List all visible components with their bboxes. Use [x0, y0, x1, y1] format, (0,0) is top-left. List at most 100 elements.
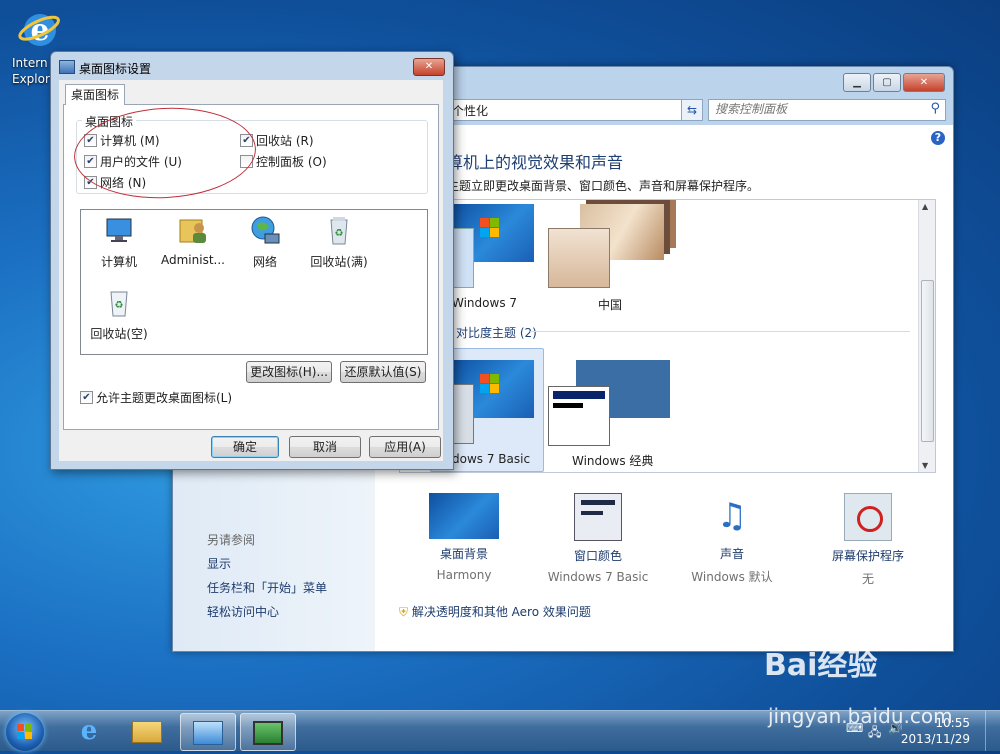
search-box[interactable]: ⚲	[708, 99, 946, 121]
window-color-label[interactable]: 窗口颜色	[533, 547, 663, 564]
checkbox-computer-label: 计算机 (M)	[100, 134, 160, 148]
aero-troubleshoot-link[interactable]: ⛨ 解决透明度和其他 Aero 效果问题	[399, 603, 591, 620]
folder-icon	[132, 721, 162, 743]
icon-list: 计算机 Administ... 网络 ♻ 回收站(满) ♻ 回收站(空)	[80, 209, 428, 355]
svg-text:♻: ♻	[335, 228, 344, 239]
search-input[interactable]	[709, 100, 926, 118]
sounds-label[interactable]: 声音	[667, 545, 797, 562]
icon-item-computer[interactable]: 计算机	[81, 214, 157, 270]
internet-explorer-icon: e	[80, 716, 98, 746]
internet-explorer-icon: e	[18, 13, 60, 48]
search-icon[interactable]: ⚲	[930, 101, 940, 116]
desktop-background-item[interactable]: 桌面背景 Harmony	[399, 493, 529, 582]
apply-button[interactable]: 应用(A)	[369, 436, 441, 458]
page-title: 算机上的视觉效果和声音	[447, 153, 624, 172]
checkbox-recycle-bin-label: 回收站 (R)	[256, 134, 314, 148]
address-bar[interactable]: 个性化 ▼	[445, 99, 703, 121]
checkbox-allow-themes[interactable]: ✔ 允许主题更改桌面图标(L)	[80, 389, 232, 406]
desktop-background-label[interactable]: 桌面背景	[399, 545, 529, 562]
baidu-watermark: Bai经验	[764, 648, 878, 683]
theme-list: Windows 7 中国 对比度主题 (2) dows 7 Basic Wind…	[399, 199, 936, 473]
theme-window-preview-classic	[548, 386, 610, 446]
clock-date: 2013/11/29	[900, 732, 970, 746]
start-button[interactable]	[6, 713, 44, 751]
maximize-button[interactable]: ▢	[873, 73, 901, 92]
music-note-icon: ♫	[716, 496, 748, 536]
desktop-icon-settings-dialog: 桌面图标设置 ✕ 桌面图标 桌面图标 ✔ 计算机 (M) ✔ 回收站 (R) ✔ 用户…	[50, 51, 454, 470]
window-color-icon	[574, 493, 622, 541]
restore-default-button[interactable]: 还原默认值(S)	[340, 361, 426, 383]
change-icon-button[interactable]: 更改图标(H)...	[246, 361, 332, 383]
scroll-down-icon[interactable]: ▼	[922, 461, 928, 470]
high-contrast-heading: 对比度主题 (2)	[456, 326, 537, 340]
dialog-body: 桌面图标 桌面图标 ✔ 计算机 (M) ✔ 回收站 (R) ✔ 用户的文件 (U) 控…	[59, 80, 443, 461]
checkmark-icon[interactable]: ✔	[84, 176, 97, 189]
scroll-up-icon[interactable]: ▲	[922, 202, 928, 211]
dialog-close-button[interactable]: ✕	[413, 58, 445, 76]
recycle-bin-empty-icon: ♻	[110, 291, 128, 317]
theme-label-win7-basic: dows 7 Basic	[452, 452, 531, 466]
tab-desktop-icons[interactable]: 桌面图标	[65, 84, 125, 105]
checkmark-icon[interactable]: ✔	[84, 134, 97, 147]
svg-text:♻: ♻	[115, 300, 124, 311]
breadcrumb[interactable]: 个性化	[452, 102, 488, 119]
cancel-button[interactable]: 取消	[289, 436, 361, 458]
close-button[interactable]: ✕	[903, 73, 945, 92]
scroll-thumb[interactable]	[921, 280, 934, 442]
screensaver-label[interactable]: 屏幕保护程序	[803, 547, 933, 564]
icon-label-network: 网络	[252, 255, 277, 269]
link-taskbar[interactable]: 任务栏和「开始」菜单	[207, 579, 327, 596]
checkbox-user-files[interactable]: ✔ 用户的文件 (U)	[84, 153, 182, 170]
checkbox-empty[interactable]	[240, 155, 253, 168]
icon-item-network[interactable]: 网络	[227, 214, 303, 270]
checkbox-user-files-label: 用户的文件 (U)	[100, 155, 182, 169]
checkmark-icon[interactable]: ✔	[80, 391, 93, 404]
taskbar-explorer[interactable]	[120, 713, 174, 749]
icon-label-user: Administ...	[161, 253, 225, 267]
theme-label-china: 中国	[598, 298, 623, 312]
icon-item-user[interactable]: Administ...	[155, 214, 231, 267]
dialog-icon	[59, 60, 75, 74]
shield-icon: ⛨	[399, 605, 409, 619]
taskbar-desktop-icon-settings[interactable]	[240, 713, 296, 751]
refresh-icon[interactable]: ⇆	[681, 99, 703, 121]
checkmark-icon[interactable]: ✔	[240, 134, 253, 147]
link-ease-of-access[interactable]: 轻松访问中心	[207, 603, 279, 620]
screensaver-icon	[844, 493, 892, 541]
window-color-item[interactable]: 窗口颜色 Windows 7 Basic	[533, 493, 663, 584]
monitor-icon	[253, 721, 283, 745]
theme-label-classic: Windows 经典	[572, 454, 654, 468]
group-label: 桌面图标	[82, 113, 137, 130]
show-desktop-button[interactable]	[985, 711, 1000, 751]
taskbar-control-panel[interactable]	[180, 713, 236, 751]
icon-label-recycle-empty: 回收站(空)	[90, 327, 148, 341]
windows-logo-icon	[17, 724, 32, 739]
link-display[interactable]: 显示	[207, 555, 231, 572]
sounds-item[interactable]: ♫ 声音 Windows 默认	[667, 493, 797, 585]
recycle-bin-full-icon: ♻	[330, 217, 348, 245]
checkmark-icon[interactable]: ✔	[84, 155, 97, 168]
desktop-background-value: Harmony	[436, 568, 492, 582]
screensaver-item[interactable]: 屏幕保护程序 无	[803, 493, 933, 587]
icon-item-recycle-full[interactable]: ♻ 回收站(满)	[301, 214, 377, 270]
taskbar-ie[interactable]: e	[62, 713, 116, 749]
theme-label-windows7: Windows 7	[452, 296, 518, 310]
network-globe-icon	[251, 216, 280, 244]
theme-window-preview-china	[548, 228, 610, 288]
icon-label-computer: 计算机	[100, 255, 137, 269]
screensaver-value: 无	[861, 572, 874, 586]
help-icon[interactable]: ?	[931, 131, 945, 145]
ok-button[interactable]: 确定	[211, 436, 279, 458]
checkbox-network[interactable]: ✔ 网络 (N)	[84, 174, 146, 191]
tab-panel: 桌面图标 ✔ 计算机 (M) ✔ 回收站 (R) ✔ 用户的文件 (U) 控制面板 (…	[63, 104, 439, 430]
baidu-url-watermark: jingyan.baidu.com	[768, 704, 953, 728]
theme-list-scrollbar[interactable]: ▲ ▼	[918, 200, 935, 472]
icon-item-recycle-empty[interactable]: ♻ 回收站(空)	[81, 286, 157, 342]
checkbox-computer[interactable]: ✔ 计算机 (M)	[84, 132, 160, 149]
control-panel-icon	[193, 721, 223, 745]
checkbox-recycle-bin[interactable]: ✔ 回收站 (R)	[240, 132, 314, 149]
minimize-button[interactable]: ▁	[843, 73, 871, 92]
checkbox-control-panel[interactable]: 控制面板 (O)	[240, 153, 327, 170]
page-subtitle: 主题立即更改桌面背景、窗口颜色、声音和屏幕保护程序。	[447, 179, 760, 193]
aero-link-text[interactable]: 解决透明度和其他 Aero 效果问题	[412, 605, 591, 619]
